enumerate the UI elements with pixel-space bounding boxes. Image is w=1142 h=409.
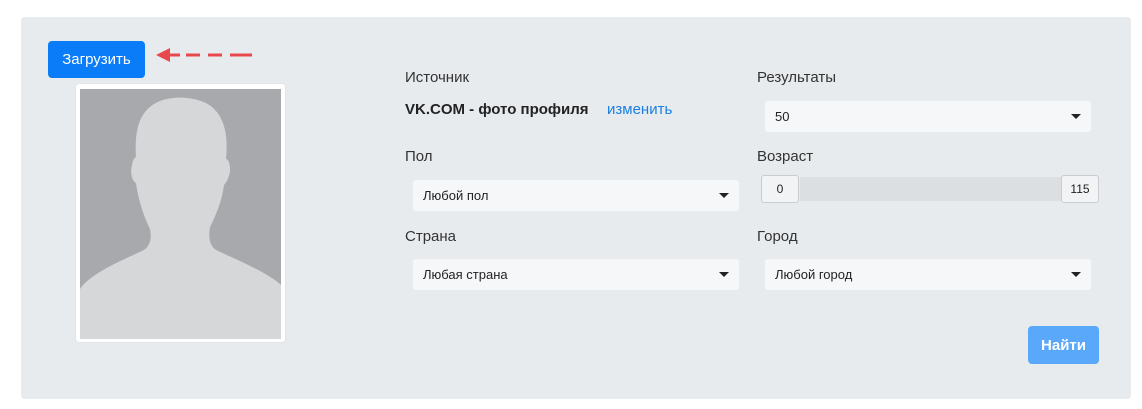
find-button[interactable]: Найти — [1028, 326, 1099, 364]
source-value: VK.COM - фото профиля — [405, 101, 589, 118]
change-source-link[interactable]: изменить — [607, 101, 672, 118]
results-select[interactable]: 50 — [765, 101, 1091, 132]
results-select-value: 50 — [775, 109, 790, 124]
caret-down-icon — [1071, 272, 1081, 277]
caret-down-icon — [1071, 114, 1081, 119]
city-select[interactable]: Любой город — [765, 259, 1091, 290]
gender-label: Пол — [405, 148, 433, 165]
country-select-value: Любая страна — [423, 267, 508, 282]
results-label: Результаты — [757, 69, 836, 86]
age-range-slider[interactable] — [800, 177, 1061, 201]
caret-down-icon — [719, 193, 729, 198]
country-select[interactable]: Любая страна — [413, 259, 739, 290]
country-label: Страна — [405, 228, 457, 245]
profile-photo-placeholder[interactable] — [76, 84, 285, 342]
upload-button[interactable]: Загрузить — [48, 41, 145, 78]
age-label: Возраст — [757, 148, 814, 165]
age-max-input[interactable]: 115 — [1061, 175, 1099, 203]
city-select-value: Любой город — [775, 267, 853, 282]
arrow-left-dashed-icon — [156, 48, 252, 62]
person-silhouette-icon — [80, 89, 281, 339]
age-min-input[interactable]: 0 — [761, 175, 799, 203]
city-label: Город — [757, 228, 798, 245]
caret-down-icon — [719, 272, 729, 277]
source-label: Источник — [405, 69, 470, 86]
gender-select-value: Любой пол — [423, 188, 489, 203]
gender-select[interactable]: Любой пол — [413, 180, 739, 211]
